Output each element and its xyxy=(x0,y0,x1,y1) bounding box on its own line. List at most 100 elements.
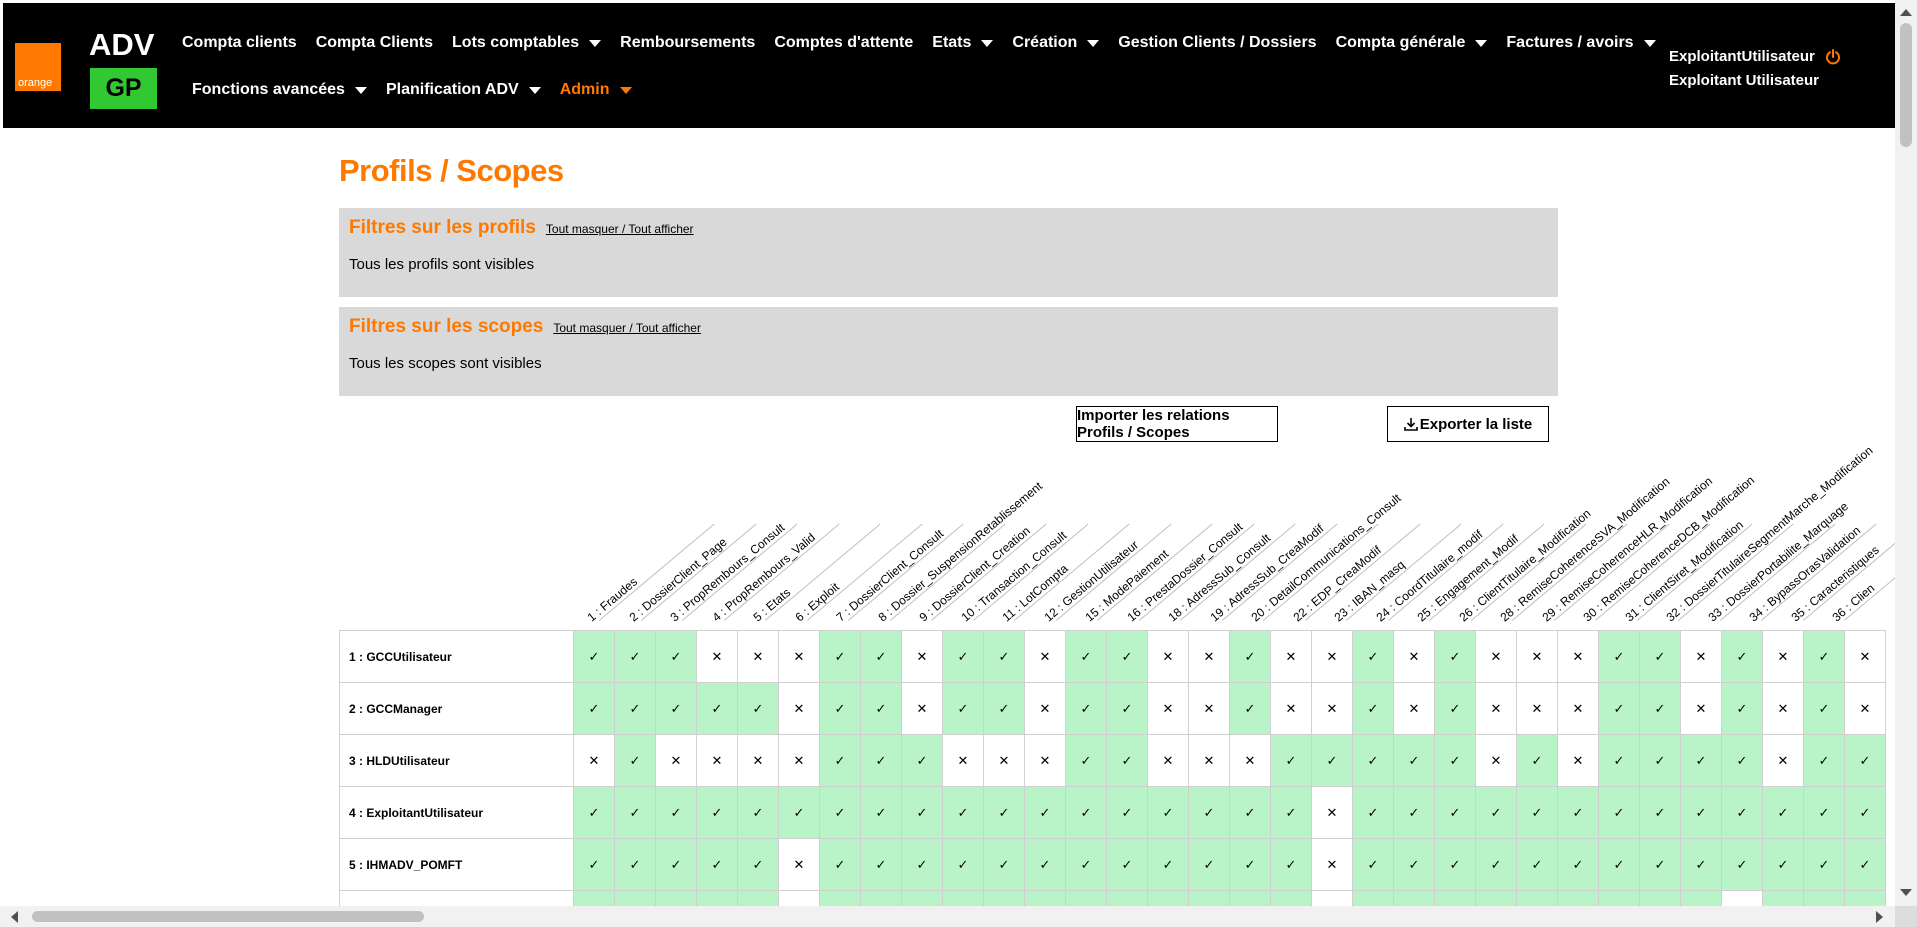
granted-cell[interactable]: ✓ xyxy=(1557,786,1599,839)
granted-cell[interactable]: ✓ xyxy=(1516,734,1558,787)
denied-cell[interactable]: ✕ xyxy=(1762,734,1804,787)
granted-cell[interactable]: ✓ xyxy=(901,890,943,906)
menu-item-lots-comptables[interactable]: Lots comptables xyxy=(452,34,602,52)
granted-cell[interactable]: ✓ xyxy=(1352,838,1394,891)
granted-cell[interactable]: ✓ xyxy=(614,890,656,906)
denied-cell[interactable]: ✕ xyxy=(1475,734,1517,787)
granted-cell[interactable]: ✓ xyxy=(1844,786,1886,839)
denied-cell[interactable]: ✕ xyxy=(1024,682,1066,735)
granted-cell[interactable]: ✓ xyxy=(1803,786,1845,839)
granted-cell[interactable]: ✓ xyxy=(1639,682,1681,735)
granted-cell[interactable]: ✓ xyxy=(1106,682,1148,735)
granted-cell[interactable]: ✓ xyxy=(819,630,861,683)
granted-cell[interactable]: ✓ xyxy=(1106,838,1148,891)
granted-cell[interactable]: ✓ xyxy=(1270,786,1312,839)
granted-cell[interactable]: ✓ xyxy=(1352,682,1394,735)
granted-cell[interactable]: ✓ xyxy=(696,838,738,891)
granted-cell[interactable]: ✓ xyxy=(696,682,738,735)
granted-cell[interactable]: ✓ xyxy=(1475,890,1517,906)
denied-cell[interactable]: ✕ xyxy=(1311,630,1353,683)
granted-cell[interactable]: ✓ xyxy=(1598,630,1640,683)
granted-cell[interactable]: ✓ xyxy=(1721,786,1763,839)
granted-cell[interactable]: ✓ xyxy=(860,630,902,683)
granted-cell[interactable]: ✓ xyxy=(1721,734,1763,787)
granted-cell[interactable]: ✓ xyxy=(573,786,615,839)
menu-item-compta-clients[interactable]: Compta clients xyxy=(182,34,297,52)
granted-cell[interactable]: ✓ xyxy=(901,734,943,787)
menu-item-etats[interactable]: Etats xyxy=(932,34,994,52)
denied-cell[interactable]: ✕ xyxy=(1680,682,1722,735)
granted-cell[interactable]: ✓ xyxy=(1475,838,1517,891)
granted-cell[interactable]: ✓ xyxy=(1270,838,1312,891)
granted-cell[interactable]: ✓ xyxy=(573,630,615,683)
orange-logo[interactable]: orange xyxy=(15,43,61,91)
denied-cell[interactable]: ✕ xyxy=(696,734,738,787)
granted-cell[interactable]: ✓ xyxy=(1762,786,1804,839)
denied-cell[interactable]: ✕ xyxy=(778,630,820,683)
granted-cell[interactable]: ✓ xyxy=(1434,682,1476,735)
granted-cell[interactable]: ✓ xyxy=(614,630,656,683)
granted-cell[interactable]: ✓ xyxy=(1229,786,1271,839)
granted-cell[interactable]: ✓ xyxy=(573,890,615,906)
denied-cell[interactable]: ✕ xyxy=(901,682,943,735)
denied-cell[interactable]: ✕ xyxy=(1024,734,1066,787)
vertical-scroll-thumb[interactable] xyxy=(1900,23,1912,147)
granted-cell[interactable]: ✓ xyxy=(1639,630,1681,683)
denied-cell[interactable]: ✕ xyxy=(778,734,820,787)
granted-cell[interactable]: ✓ xyxy=(1270,890,1312,906)
denied-cell[interactable]: ✕ xyxy=(1311,786,1353,839)
denied-cell[interactable]: ✕ xyxy=(696,630,738,683)
granted-cell[interactable]: ✓ xyxy=(573,838,615,891)
granted-cell[interactable]: ✓ xyxy=(1229,890,1271,906)
granted-cell[interactable]: ✓ xyxy=(942,630,984,683)
granted-cell[interactable]: ✓ xyxy=(1721,682,1763,735)
granted-cell[interactable]: ✓ xyxy=(1598,890,1640,906)
scroll-down-arrow[interactable] xyxy=(1900,889,1912,896)
granted-cell[interactable]: ✓ xyxy=(1516,838,1558,891)
granted-cell[interactable]: ✓ xyxy=(1762,890,1804,906)
denied-cell[interactable]: ✕ xyxy=(1557,734,1599,787)
granted-cell[interactable]: ✓ xyxy=(1188,890,1230,906)
granted-cell[interactable]: ✓ xyxy=(1434,890,1476,906)
scroll-up-arrow[interactable] xyxy=(1900,9,1912,16)
granted-cell[interactable]: ✓ xyxy=(819,890,861,906)
denied-cell[interactable]: ✕ xyxy=(737,630,779,683)
denied-cell[interactable]: ✕ xyxy=(1188,630,1230,683)
granted-cell[interactable]: ✓ xyxy=(1803,838,1845,891)
granted-cell[interactable]: ✓ xyxy=(819,838,861,891)
denied-cell[interactable]: ✕ xyxy=(1557,682,1599,735)
denied-cell[interactable]: ✕ xyxy=(573,734,615,787)
granted-cell[interactable]: ✓ xyxy=(1352,890,1394,906)
denied-cell[interactable]: ✕ xyxy=(1762,630,1804,683)
granted-cell[interactable]: ✓ xyxy=(655,682,697,735)
granted-cell[interactable]: ✓ xyxy=(1065,734,1107,787)
menu-item-remboursements[interactable]: Remboursements xyxy=(620,34,755,52)
denied-cell[interactable]: ✕ xyxy=(778,682,820,735)
granted-cell[interactable]: ✓ xyxy=(983,630,1025,683)
granted-cell[interactable]: ✓ xyxy=(1393,734,1435,787)
granted-cell[interactable]: ✓ xyxy=(1639,838,1681,891)
horizontal-scroll-thumb[interactable] xyxy=(32,911,424,922)
granted-cell[interactable]: ✓ xyxy=(1311,734,1353,787)
granted-cell[interactable]: ✓ xyxy=(614,734,656,787)
denied-cell[interactable]: ✕ xyxy=(1147,630,1189,683)
denied-cell[interactable]: ✕ xyxy=(1188,682,1230,735)
granted-cell[interactable]: ✓ xyxy=(614,786,656,839)
granted-cell[interactable]: ✓ xyxy=(1065,630,1107,683)
menu-item-compta-generale[interactable]: Compta générale xyxy=(1336,34,1488,52)
denied-cell[interactable]: ✕ xyxy=(1844,682,1886,735)
granted-cell[interactable]: ✓ xyxy=(696,890,738,906)
granted-cell[interactable]: ✓ xyxy=(819,682,861,735)
denied-cell[interactable]: ✕ xyxy=(983,734,1025,787)
granted-cell[interactable]: ✓ xyxy=(1147,890,1189,906)
denied-cell[interactable]: ✕ xyxy=(1147,734,1189,787)
denied-cell[interactable]: ✕ xyxy=(1393,630,1435,683)
granted-cell[interactable]: ✓ xyxy=(1721,630,1763,683)
granted-cell[interactable]: ✓ xyxy=(942,838,984,891)
menu-item-comptes-d-attente[interactable]: Comptes d'attente xyxy=(774,34,913,52)
import-relations-button[interactable]: Importer les relations Profils / Scopes xyxy=(1076,406,1278,442)
granted-cell[interactable]: ✓ xyxy=(1844,734,1886,787)
granted-cell[interactable]: ✓ xyxy=(1065,890,1107,906)
denied-cell[interactable]: ✕ xyxy=(1024,630,1066,683)
granted-cell[interactable]: ✓ xyxy=(983,890,1025,906)
